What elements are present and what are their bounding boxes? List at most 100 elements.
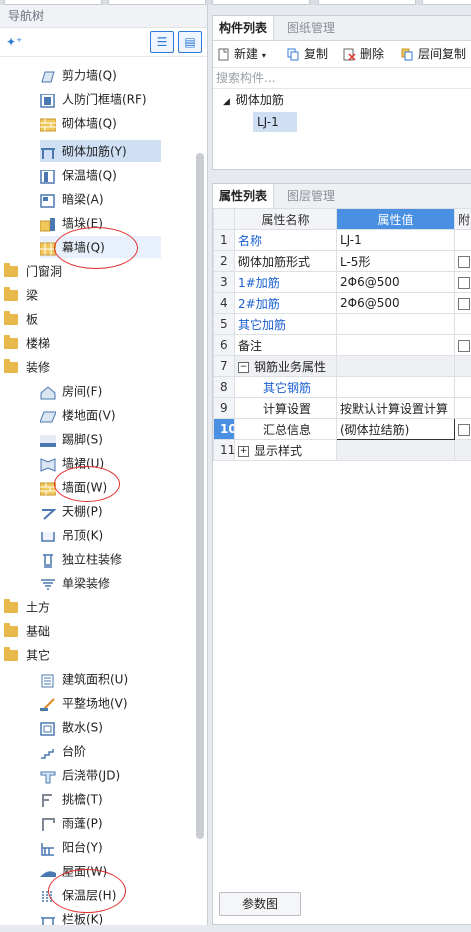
folder-icon — [4, 335, 18, 349]
property-value[interactable]: LJ-1 — [336, 229, 455, 251]
table-row[interactable]: 4 2#加筋 2Φ6@500 — [213, 292, 471, 314]
tree-item-steps[interactable]: 台阶 — [40, 740, 86, 762]
table-row[interactable]: 5 其它加筋 — [213, 313, 471, 335]
tree-category-other[interactable]: 其它 — [4, 644, 50, 666]
tree-item-wall-pier[interactable]: 墙垛(E) — [39, 212, 103, 234]
property-value[interactable]: 按默认计算设置计算 — [336, 397, 455, 419]
tree-item-curtain-wall[interactable]: 幕墙(Q) — [39, 236, 105, 258]
folder-icon — [4, 287, 18, 301]
table-row[interactable]: 3 1#加筋 2Φ6@500 — [213, 271, 471, 293]
tree-item-site-leveling[interactable]: 平整场地(V) — [40, 692, 128, 714]
component-group[interactable]: ◢ 砌体加筋 — [223, 92, 284, 108]
nav-scrollbar[interactable] — [196, 153, 204, 839]
copy-button[interactable]: 复制 — [287, 45, 328, 63]
property-value[interactable]: 2Φ6@500 — [336, 292, 455, 314]
tree-item-post-cast-strip[interactable]: 后浇带(JD) — [40, 764, 120, 786]
tree-category-beam[interactable]: 梁 — [4, 284, 38, 306]
tree-item-civil-defense-door-wall[interactable]: 人防门框墙(RF) — [40, 88, 147, 110]
table-row[interactable]: 11 + 显示样式 — [213, 439, 471, 461]
parameter-diagram-button[interactable]: 参数图 — [219, 892, 301, 916]
tree-item-suspended-ceiling[interactable]: 吊顶(K) — [40, 524, 103, 546]
tree-item-parapet[interactable]: 栏板(K) — [40, 908, 103, 925]
tree-item-dado[interactable]: 墙裙(U) — [40, 452, 104, 474]
row-number: 2 — [213, 250, 235, 272]
property-value[interactable]: L-5形 — [336, 250, 455, 272]
new-button[interactable]: 新建 ▾ — [217, 45, 266, 63]
property-value[interactable] — [336, 313, 455, 335]
table-row[interactable]: 9 计算设置 按默认计算设置计算 — [213, 397, 471, 419]
tree-item-balcony[interactable]: 阳台(Y) — [40, 836, 103, 858]
property-value[interactable] — [336, 376, 455, 398]
tree-item-floor[interactable]: 楼地面(V) — [39, 404, 116, 426]
tree-item-canopy[interactable]: 雨蓬(P) — [40, 812, 103, 834]
checkbox[interactable] — [458, 423, 470, 436]
tree-item-insulation-layer[interactable]: 保温层(H) — [40, 884, 116, 906]
tree-item-wall-surface[interactable]: 墙面(W) — [39, 476, 107, 498]
property-name: 计算设置 — [234, 397, 337, 419]
table-row[interactable]: 7 − 钢筋业务属性 — [213, 355, 471, 377]
tree-item-ceiling[interactable]: 天棚(P) — [40, 500, 103, 522]
tab-layer-management[interactable]: 图层管理 — [281, 184, 341, 208]
copy-button-label: 复制 — [304, 47, 329, 61]
floor-copy-button[interactable]: 层间复制 — [401, 45, 466, 63]
tree-item-roof[interactable]: 屋面(W) — [40, 860, 107, 882]
tree-item-column-finish[interactable]: 独立柱装修 — [40, 548, 122, 570]
checkbox[interactable] — [458, 255, 470, 268]
tab-component-list[interactable]: 构件列表 — [213, 16, 275, 40]
tree-item-shear-wall[interactable]: 剪力墙(Q) — [40, 64, 117, 86]
property-extra — [454, 313, 471, 335]
row-number: 11 — [213, 439, 235, 461]
property-value[interactable] — [336, 334, 455, 356]
property-table: 属性名称 属性值 附 1 名称 LJ-1 2 砌体加筋形式 L-5形 3 1#加… — [213, 208, 471, 461]
tree-category-openings[interactable]: 门窗洞 — [4, 260, 62, 282]
tree-category-slab[interactable]: 板 — [4, 308, 38, 330]
tree-item-building-area[interactable]: 建筑面积(U) — [40, 668, 128, 690]
detail-view-icon[interactable]: ▤ — [178, 31, 202, 53]
tree-item-room[interactable]: 房间(F) — [40, 380, 102, 402]
property-group[interactable]: − 钢筋业务属性 — [234, 355, 337, 377]
tree-category-earthwork[interactable]: 土方 — [4, 596, 50, 618]
building-area-icon — [40, 673, 56, 687]
civil-defense-door-wall-icon — [40, 92, 56, 108]
tree-item-cornice[interactable]: 挑檐(T) — [40, 788, 103, 810]
tree-item-label: 挑檐(T) — [62, 792, 103, 807]
tab-drawing-management[interactable]: 图纸管理 — [281, 16, 341, 40]
property-value-editor[interactable]: (砌体拉结筋) — [336, 418, 455, 440]
tree-item-hidden-beam[interactable]: 暗梁(A) — [40, 188, 104, 210]
tree-item-masonry-wall[interactable]: 砌体墙(Q) — [39, 112, 117, 134]
collapse-icon[interactable]: − — [238, 361, 249, 373]
tree-item-label: 人防门框墙(RF) — [62, 92, 147, 107]
tree-category-label: 梁 — [26, 288, 39, 303]
tree-category-decoration[interactable]: 装修 — [4, 356, 50, 378]
list-view-icon[interactable]: ☰ — [150, 31, 174, 53]
checkbox[interactable] — [458, 297, 470, 310]
tree-item-skirting[interactable]: 踢脚(S) — [40, 428, 103, 450]
table-row[interactable]: 1 名称 LJ-1 — [213, 229, 471, 251]
property-group[interactable]: + 显示样式 — [234, 439, 337, 461]
pin-icon[interactable]: ✦⁺ — [6, 35, 22, 49]
tree-category-stair[interactable]: 楼梯 — [4, 332, 50, 354]
table-row[interactable]: 6 备注 — [213, 334, 471, 356]
tree-item-insulation-wall[interactable]: 保温墙(Q) — [40, 164, 117, 186]
table-row[interactable]: 8 其它钢筋 — [213, 376, 471, 398]
component-item-selected[interactable]: LJ-1 — [253, 112, 297, 132]
expand-icon[interactable]: + — [238, 445, 249, 457]
checkbox[interactable] — [458, 339, 470, 352]
tree-category-foundation[interactable]: 基础 — [4, 620, 50, 642]
tree-item-beam-finish[interactable]: 单梁装修 — [40, 572, 110, 594]
tree-item-apron[interactable]: 散水(S) — [40, 716, 103, 738]
tree-item-label: 雨蓬(P) — [62, 816, 103, 831]
table-row[interactable]: 2 砌体加筋形式 L-5形 — [213, 250, 471, 272]
component-search-input[interactable]: 搜索构件... — [213, 68, 471, 89]
checkbox[interactable] — [458, 276, 470, 289]
new-icon — [217, 48, 230, 61]
table-row-current[interactable]: 10 汇总信息 (砌体拉结筋) — [213, 418, 471, 440]
property-extra — [454, 397, 471, 419]
property-value[interactable]: 2Φ6@500 — [336, 271, 455, 293]
tab-property-list[interactable]: 属性列表 — [213, 184, 275, 208]
delete-button[interactable]: 删除 — [343, 45, 384, 63]
tree-item-masonry-reinforcement[interactable]: 砌体加筋(Y) — [40, 140, 127, 162]
tree-item-label: 墙垛(E) — [62, 216, 103, 231]
tree-item-label: 房间(F) — [62, 384, 103, 399]
table-header-value: 属性值 — [336, 208, 455, 230]
